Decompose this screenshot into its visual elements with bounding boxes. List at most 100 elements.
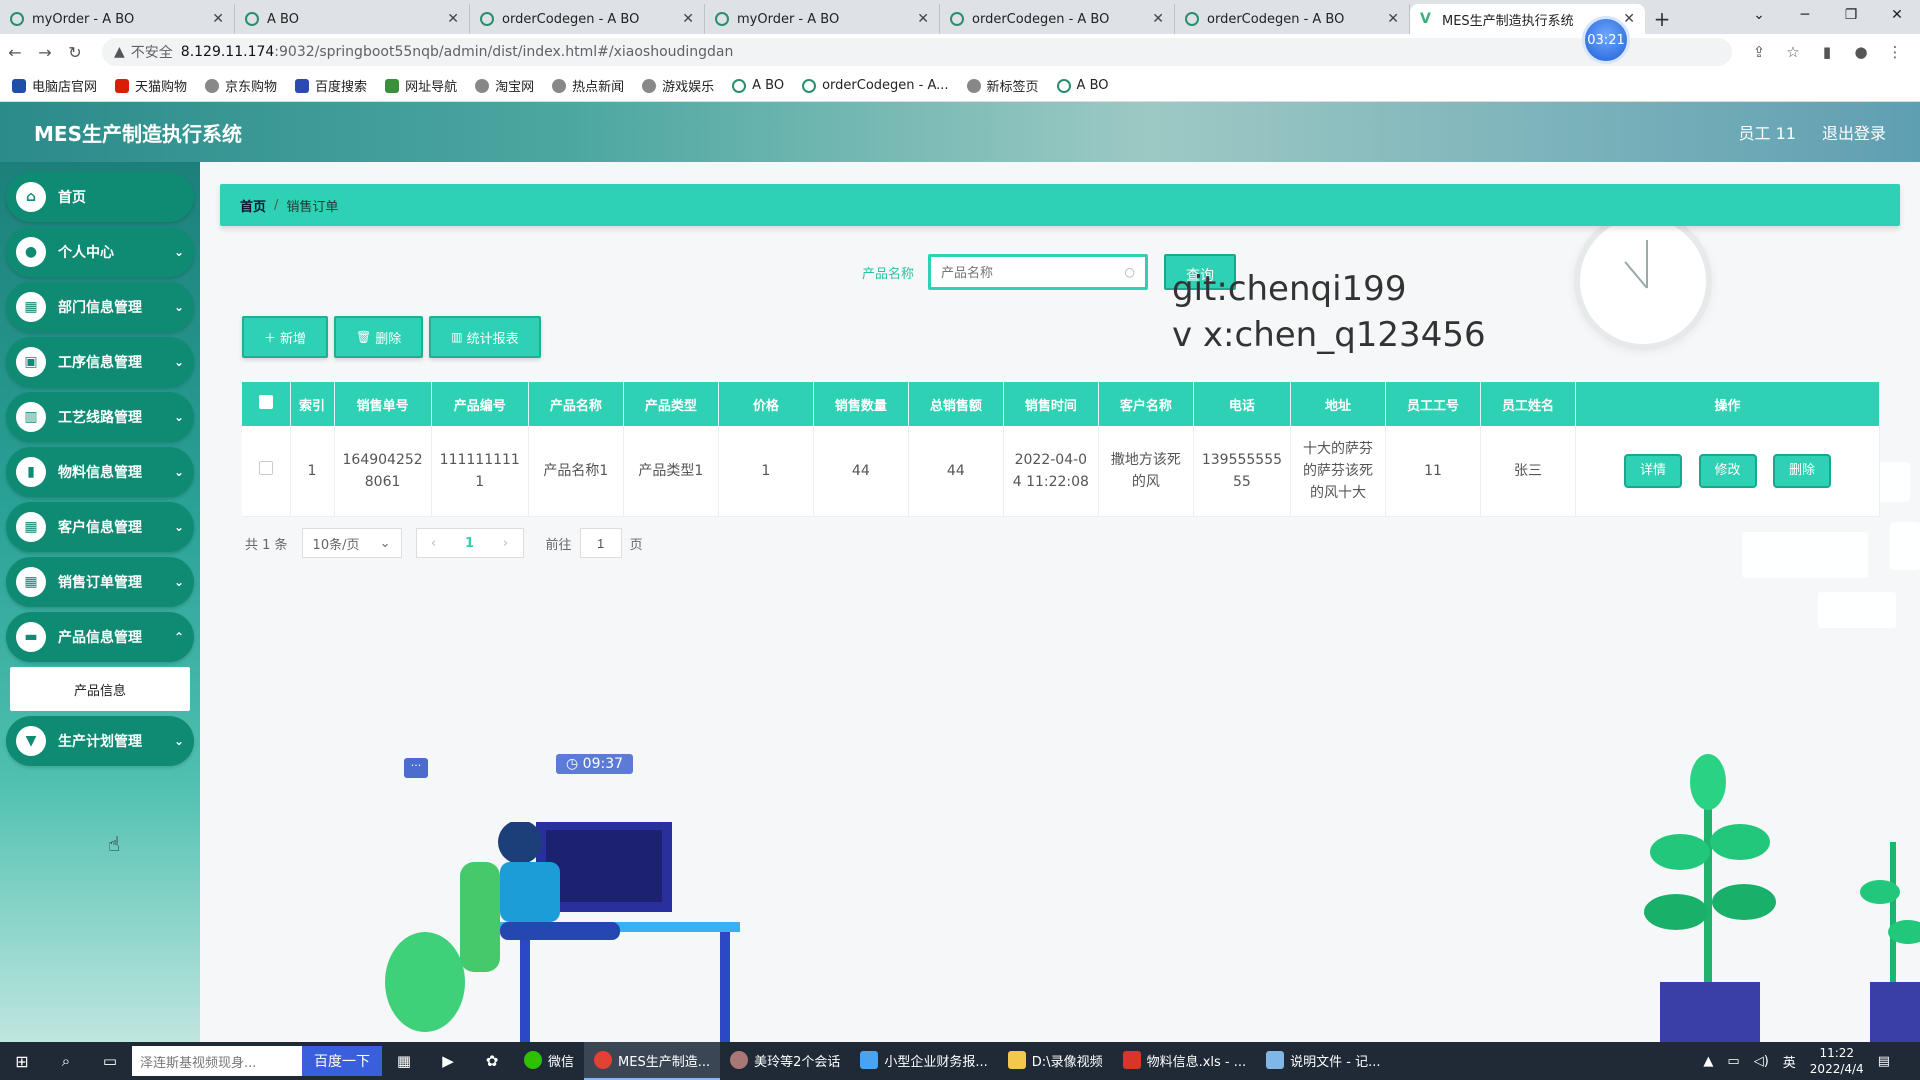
menu-kebab-icon[interactable]: ⋮ [1878, 43, 1912, 61]
plant-illustration [1860, 842, 1920, 1042]
close-tab-icon[interactable]: ✕ [682, 11, 694, 27]
forward-icon[interactable]: → [30, 43, 60, 62]
wps-icon [1122, 1051, 1141, 1069]
bookmark-item[interactable]: 淘宝网 [475, 76, 534, 95]
settings-gear-icon[interactable]: ✿ [470, 1052, 514, 1070]
close-window-icon[interactable]: ✕ [1874, 0, 1920, 30]
bookmark-item[interactable]: 游戏娱乐 [642, 76, 714, 95]
bookmark-item[interactable]: 新标签页 [966, 76, 1039, 95]
windows-start-icon[interactable]: ⊞ [0, 1052, 44, 1071]
reload-icon[interactable]: ↻ [60, 43, 90, 62]
bar-chart-icon: ▮ [16, 457, 46, 487]
batch-delete-button[interactable]: 🗑 删除 [334, 316, 424, 358]
restore-icon[interactable]: ❐ [1828, 0, 1874, 30]
logout-link[interactable]: 退出登录 [1822, 120, 1886, 144]
search-icon[interactable]: ⌕ [44, 1052, 88, 1070]
sidebar-item-personal-center[interactable]: ● 个人中心 ⌄ [6, 227, 194, 277]
bookmark-item[interactable]: 百度搜索 [295, 76, 367, 95]
video-app-icon[interactable]: ▶ [426, 1052, 470, 1070]
store-icon[interactable]: ▦ [382, 1052, 426, 1070]
tab-search-icon[interactable]: ⌄ [1736, 0, 1782, 30]
close-tab-icon[interactable]: ✕ [917, 11, 929, 27]
network-icon[interactable]: ▭ [1727, 1054, 1739, 1069]
product-name-input[interactable] [941, 264, 1125, 280]
bookmark-item[interactable]: 网址导航 [385, 76, 457, 95]
taskbar-search-input[interactable]: 泽连斯基视频现身... [132, 1046, 302, 1076]
delete-button[interactable]: 删除 [1772, 453, 1831, 488]
back-icon[interactable]: ← [0, 43, 30, 62]
detail-button[interactable]: 详情 [1624, 453, 1683, 488]
breadcrumb-current: 销售订单 [286, 199, 339, 215]
sidebar-subitem-product-info[interactable]: 产品信息 [10, 667, 190, 711]
goto-page-input[interactable] [579, 528, 622, 558]
table-row: 1 164904252 8061 111111111 1 产品名称1 产品类型1 1… [242, 426, 1880, 517]
notification-icon[interactable]: ▤ [1878, 1054, 1890, 1069]
sidebar-item-process[interactable]: ▣ 工序信息管理 ⌄ [6, 337, 194, 387]
sidebar-item-sales-order[interactable]: ▦ 销售订单管理 ⌄ [6, 557, 194, 607]
taskbar-clock[interactable]: 11:22 2022/4/4 [1810, 1045, 1864, 1077]
volume-icon[interactable]: ◁) [1754, 1054, 1769, 1069]
page-number[interactable]: 1 [465, 536, 474, 551]
breadcrumb-home[interactable]: 首页 [240, 196, 266, 215]
add-button[interactable]: ＋新增 [242, 316, 329, 358]
select-all-checkbox[interactable] [258, 395, 273, 409]
close-tab-icon[interactable]: ✕ [1387, 11, 1399, 27]
taskbar-app-notepad[interactable]: 说明文件 - 记... [1256, 1042, 1390, 1080]
bookmark-item[interactable]: 热点新闻 [552, 76, 624, 95]
sidebar-item-department[interactable]: ▦ 部门信息管理 ⌄ [6, 282, 194, 332]
taskbar-app-folder[interactable]: D:\录像视频 [998, 1042, 1113, 1080]
sidebar-item-home[interactable]: ⌂ 首页 [6, 172, 194, 222]
url-field[interactable]: ▲ 不安全 8.129.11.174:9032/springboot55nqb/… [102, 38, 1732, 66]
select-all-cell[interactable] [242, 382, 291, 426]
bookmark-item[interactable]: A BO [1056, 78, 1109, 93]
close-tab-icon[interactable]: ✕ [212, 11, 224, 27]
sidepanel-icon[interactable]: ▮ [1810, 43, 1844, 61]
close-tab-icon[interactable]: ✕ [447, 11, 459, 27]
browser-tab[interactable]: orderCodegen - A BO ✕ [1175, 4, 1410, 34]
cell-phone: 139555555 55 [1193, 426, 1292, 517]
browser-tab[interactable]: myOrder - A BO ✕ [705, 4, 940, 34]
new-tab-button[interactable]: + [1645, 4, 1679, 34]
report-button[interactable]: ▥ 统计报表 [429, 316, 541, 358]
ime-indicator[interactable]: 英 [1783, 1052, 1796, 1071]
user-label: 员工 11 [1738, 124, 1796, 143]
profile-icon[interactable]: ● [1844, 43, 1878, 61]
browser-tab[interactable]: orderCodegen - A BO ✕ [940, 4, 1175, 34]
next-page-icon[interactable]: › [503, 536, 508, 551]
chevron-down-icon: ⌄ [173, 300, 184, 314]
sidebar-item-route[interactable]: ▥ 工艺线路管理 ⌄ [6, 392, 194, 442]
minimize-icon[interactable]: ─ [1782, 0, 1828, 30]
user-icon: ● [16, 237, 46, 267]
task-view-icon[interactable]: ▭ [88, 1052, 132, 1070]
share-icon[interactable]: ⇪ [1742, 43, 1776, 61]
browser-tab[interactable]: myOrder - A BO ✕ [0, 4, 235, 34]
prev-page-icon[interactable]: ‹ [431, 536, 436, 551]
browser-tab[interactable]: A BO ✕ [235, 4, 470, 34]
bookmark-star-icon[interactable]: ☆ [1776, 43, 1810, 61]
avatar-icon [730, 1051, 749, 1069]
tray-icon[interactable]: ▲ [1703, 1054, 1713, 1069]
bookmark-item[interactable]: 天猫购物 [115, 76, 187, 95]
row-checkbox[interactable] [258, 460, 273, 475]
recorder-timer-badge[interactable]: 03:21 [1582, 16, 1630, 64]
taskbar-app-wechat[interactable]: 微信 [514, 1042, 584, 1080]
sidebar-item-production-plan[interactable]: ▼ 生产计划管理 ⌄ [6, 716, 194, 766]
sidebar-item-customer[interactable]: ▦ 客户信息管理 ⌄ [6, 502, 194, 552]
bookmark-item[interactable]: orderCodegen - A... [802, 78, 949, 93]
row-select-cell[interactable] [242, 426, 291, 517]
bookmark-item[interactable]: 京东购物 [205, 76, 277, 95]
bookmark-item[interactable]: 电脑店官网 [12, 76, 97, 95]
taskbar-app-chat[interactable]: 美玲等2个会话 [720, 1042, 850, 1080]
edit-button[interactable]: 修改 [1698, 453, 1757, 488]
browser-tab[interactable]: orderCodegen - A BO ✕ [470, 4, 705, 34]
taskbar-app-finance[interactable]: 小型企业财务报... [850, 1042, 997, 1080]
baidu-search-button[interactable]: 百度一下 [302, 1046, 382, 1076]
sidebar-item-material[interactable]: ▮ 物料信息管理 ⌄ [6, 447, 194, 497]
taskbar-app-chrome[interactable]: MES生产制造... [584, 1042, 721, 1080]
page-size-select[interactable]: 10条/页 ⌄ [301, 528, 402, 558]
sidebar-item-product[interactable]: ▬ 产品信息管理 ⌃ [6, 612, 194, 662]
bookmark-item[interactable]: A BO [732, 78, 784, 93]
taskbar-app-wps[interactable]: 物料信息.xls - ... [1113, 1042, 1257, 1080]
close-tab-icon[interactable]: ✕ [1152, 11, 1164, 27]
chevron-down-icon: ⌄ [173, 734, 184, 748]
